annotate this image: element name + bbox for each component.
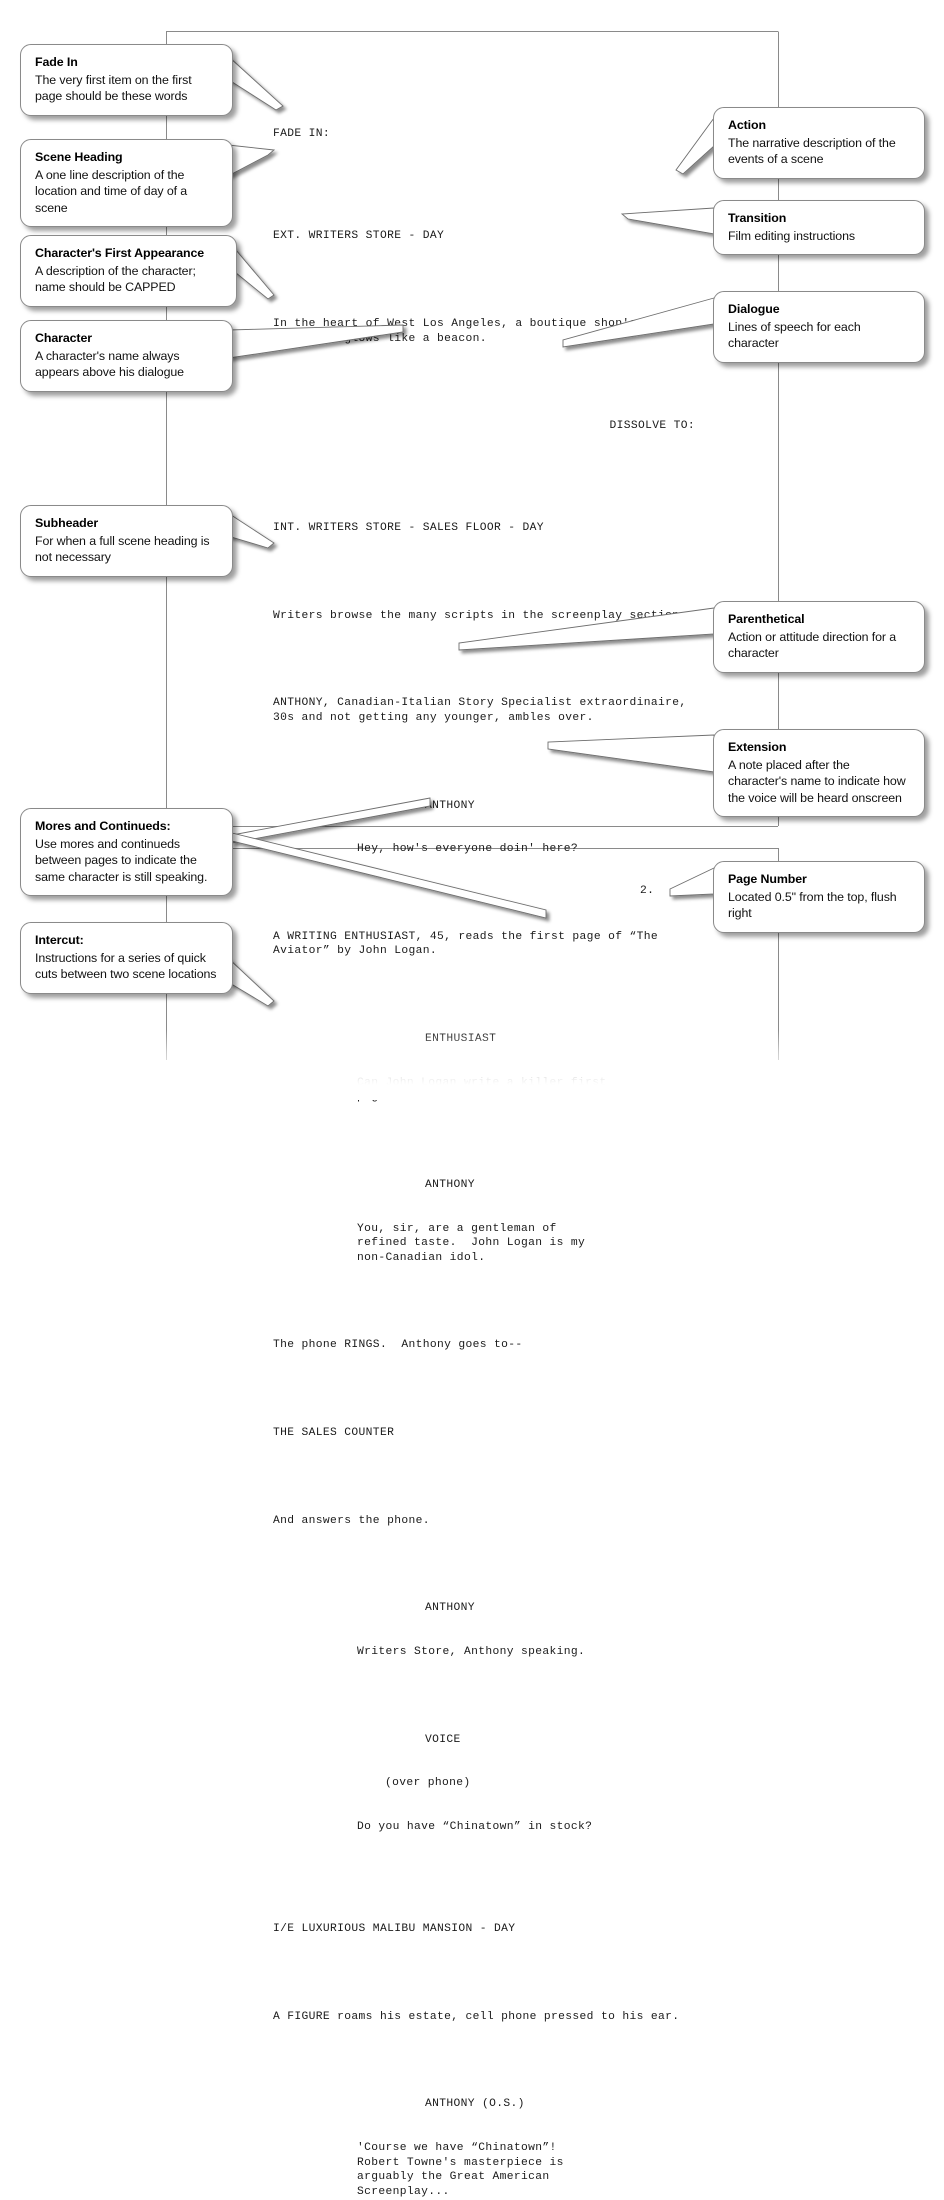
callout-dialogue-desc: Lines of speech for each character — [728, 319, 861, 351]
callout-extension-desc: A note placed after the character's name… — [728, 757, 906, 805]
callout-page-number-title: Page Number — [728, 872, 807, 886]
screenplay-page: FADE IN: EXT. WRITERS STORE - DAY In the… — [273, 98, 703, 2200]
callout-fade-in-title: Fade In — [35, 55, 78, 69]
script-action-3: ANTHONY, Canadian-Italian Story Speciali… — [273, 697, 687, 724]
page-number-value: 2. — [640, 885, 655, 897]
script-fade-in: FADE IN: — [273, 128, 331, 141]
callout-scene-heading[interactable]: Scene Heading A one line description of … — [20, 139, 233, 227]
script-character-6: ANTHONY (O.S.) — [425, 2098, 525, 2111]
script-dialogue-6: 'Course we have “Chinatown”! Robert Town… — [357, 2142, 564, 2198]
callout-character-first-appearance[interactable]: Character's First Appearance A descripti… — [20, 235, 237, 307]
callout-extension-title: Extension — [728, 740, 787, 754]
callout-action-desc: The narrative description of the events … — [728, 135, 896, 167]
callout-subheader[interactable]: Subheader For when a full scene heading … — [20, 505, 233, 577]
callout-scene-heading-title: Scene Heading — [35, 150, 123, 164]
callout-mores-and-continueds-desc: Use mores and continueds between pages t… — [35, 836, 208, 884]
connector-subheader — [227, 512, 275, 549]
callout-page-number[interactable]: Page Number Located 0.5" from the top, f… — [713, 861, 925, 933]
callout-action-title: Action — [728, 118, 766, 132]
callout-dialogue[interactable]: Dialogue Lines of speech for each charac… — [713, 291, 925, 363]
callout-mores-and-continueds[interactable]: Mores and Continueds: Use mores and cont… — [20, 808, 233, 896]
callout-transition[interactable]: Transition Film editing instructions — [713, 200, 925, 255]
script-transition-1: DISSOLVE TO: — [609, 420, 695, 433]
connector-scene-heading — [227, 144, 276, 177]
callout-parenthetical-desc: Action or attitude direction for a chara… — [728, 629, 897, 661]
callout-fade-in[interactable]: Fade In The very first item on the first… — [20, 44, 233, 116]
script-action-7: A FIGURE roams his estate, cell phone pr… — [273, 2010, 680, 2023]
callout-character[interactable]: Character A character's name always appe… — [20, 320, 233, 392]
callout-action[interactable]: Action The narrative description of the … — [713, 107, 925, 179]
callout-intercut-desc: Instructions for a series of quick cuts … — [35, 950, 217, 982]
callout-intercut-title: Intercut: — [35, 933, 84, 947]
callout-transition-desc: Film editing instructions — [728, 228, 855, 243]
callout-scene-heading-desc: A one line description of the location a… — [35, 167, 188, 215]
script-parenthetical-1: (over phone) — [385, 1777, 471, 1790]
callout-subheader-desc: For when a full scene heading is not nec… — [35, 533, 210, 565]
script-dialogue-4: Writers Store, Anthony speaking. — [357, 1645, 586, 1658]
script-action-4: A WRITING ENTHUSIAST, 45, reads the firs… — [273, 930, 658, 958]
script-scene-heading-2: INT. WRITERS STORE - SALES FLOOR - DAY — [273, 522, 544, 535]
connector-intercut — [227, 956, 275, 1007]
callout-parenthetical-title: Parenthetical — [728, 612, 805, 626]
callout-character-first-appearance-title: Character's First Appearance — [35, 246, 205, 260]
script-scene-heading-3: I/E LUXURIOUS MALIBU MANSION - DAY — [273, 1923, 516, 1936]
callout-fade-in-desc: The very first item on the first page sh… — [35, 72, 192, 104]
script-dialogue-5: Do you have “Chinatown” in stock? — [357, 1821, 593, 1834]
script-action-5: The phone RINGS. Anthony goes to-- — [273, 1339, 523, 1352]
script-dialogue-3: You, sir, are a gentleman of refined tas… — [357, 1222, 586, 1264]
callout-character-desc: A character's name always appears above … — [35, 348, 184, 380]
callout-page-number-desc: Located 0.5" from the top, flush right — [728, 889, 897, 921]
callout-character-first-appearance-desc: A description of the character; name sho… — [35, 263, 196, 295]
callout-dialogue-title: Dialogue — [728, 302, 780, 316]
script-character-4: ANTHONY — [425, 1602, 475, 1615]
script-subheader-1: THE SALES COUNTER — [273, 1427, 395, 1440]
callout-extension[interactable]: Extension A note placed after the charac… — [713, 729, 925, 817]
script-action-6: And answers the phone. — [273, 1514, 430, 1527]
script-character-1: ANTHONY — [425, 799, 475, 812]
script-dialogue-2: Can John Logan write a killer first page… — [357, 1076, 607, 1104]
script-action-2: Writers browse the many scripts in the s… — [273, 609, 687, 622]
script-character-3: ANTHONY — [425, 1178, 475, 1191]
callout-mores-and-continueds-title: Mores and Continueds: — [35, 819, 171, 833]
script-scene-heading-1: EXT. WRITERS STORE - DAY — [273, 230, 445, 243]
callout-character-title: Character — [35, 331, 92, 345]
callout-subheader-title: Subheader — [35, 516, 99, 530]
callout-intercut[interactable]: Intercut: Instructions for a series of q… — [20, 922, 233, 994]
script-action-1: In the heart of West Los Angeles, a bout… — [273, 317, 680, 345]
callout-transition-title: Transition — [728, 211, 787, 225]
callout-parenthetical[interactable]: Parenthetical Action or attitude directi… — [713, 601, 925, 673]
script-dialogue-1: Hey, how's everyone doin' here? — [357, 843, 579, 856]
script-character-5: VOICE — [425, 1733, 461, 1746]
script-character-2: ENTHUSIAST — [425, 1033, 497, 1045]
